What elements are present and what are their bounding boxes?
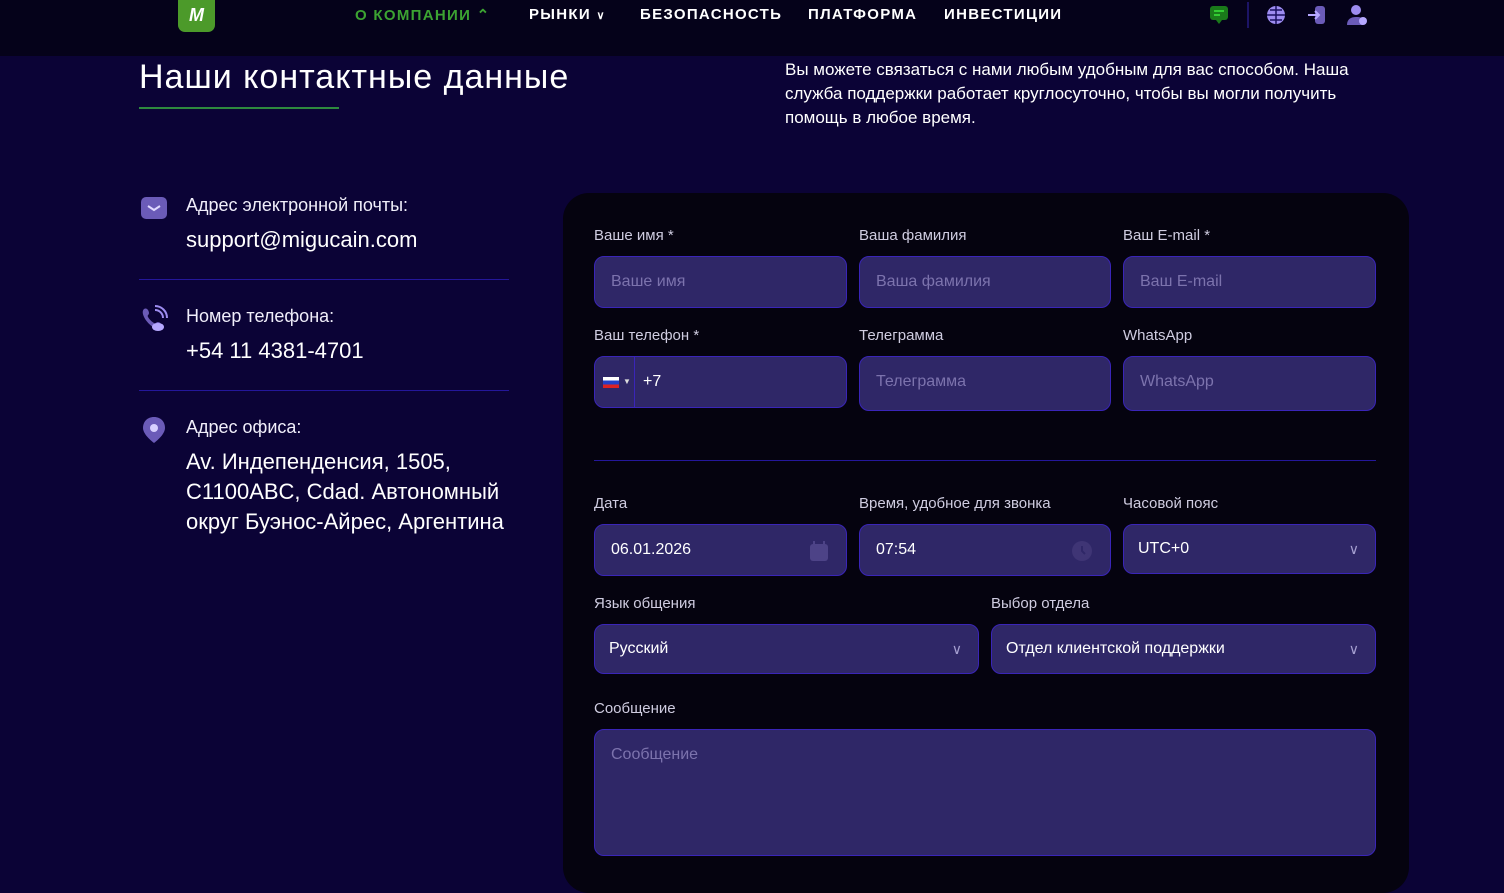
email-input[interactable]: Ваш E-mail [1123, 256, 1376, 308]
chevron-up-icon: ⌃ [476, 7, 491, 24]
chevron-down-icon: ∨ [1348, 541, 1359, 557]
last-name-placeholder: Ваша фамилия [876, 273, 991, 290]
email-field-label: Ваш E-mail * [1123, 227, 1211, 244]
message-textarea[interactable]: Сообщение [594, 729, 1376, 856]
chevron-down-icon: ∨ [596, 10, 606, 22]
top-header: M О КОМПАНИИ ⌃ РЫНКИ ∨ БЕЗОПАСНОСТЬ ПЛАТ… [0, 0, 1504, 56]
first-name-placeholder: Ваше имя [611, 273, 686, 290]
nav-markets-label: РЫНКИ [529, 6, 591, 23]
intro-text: Вы можете связаться с нами любым удобным… [785, 60, 1349, 127]
title-underline [139, 107, 339, 109]
timezone-select[interactable]: UTC+0 ∨ [1123, 524, 1376, 574]
department-value: Отдел клиентской поддержки [1006, 640, 1225, 657]
chat-icon[interactable] [1208, 4, 1230, 26]
last-name-label: Ваша фамилия [859, 227, 967, 244]
time-label: Время, удобное для звонка [859, 495, 1051, 512]
login-icon[interactable] [1305, 4, 1327, 26]
language-select[interactable]: Русский ∨ [594, 624, 979, 674]
globe-icon[interactable] [1265, 4, 1287, 26]
phone-field-label: Ваш телефон * [594, 327, 700, 344]
mail-icon [141, 197, 167, 219]
email-placeholder: Ваш E-mail [1140, 273, 1223, 290]
user-icon[interactable] [1346, 4, 1368, 26]
nav-about[interactable]: О КОМПАНИИ ⌃ [355, 6, 491, 24]
phone-icon [142, 305, 168, 331]
russia-flag-icon [603, 377, 619, 388]
page-title: Наши контактные данные [139, 58, 570, 96]
header-divider [1247, 2, 1249, 28]
nav-about-label: О КОМПАНИИ [355, 7, 472, 24]
contact-form: Ваше имя * Ваше имя Ваша фамилия Ваша фа… [563, 193, 1409, 893]
chevron-down-icon: ∨ [1348, 641, 1359, 657]
department-select[interactable]: Отдел клиентской поддержки ∨ [991, 624, 1376, 674]
phone-label: Номер телефона: [186, 306, 335, 326]
telegram-input[interactable]: Телеграмма [859, 356, 1111, 411]
logo[interactable]: M [178, 0, 215, 32]
first-name-input[interactable]: Ваше имя [594, 256, 847, 308]
last-name-input[interactable]: Ваша фамилия [859, 256, 1111, 308]
calendar-icon[interactable] [810, 541, 828, 561]
clock-icon[interactable] [1072, 541, 1092, 561]
nav-markets[interactable]: РЫНКИ ∨ [529, 6, 606, 23]
email-label: Адрес электронной почты: [186, 195, 409, 215]
address-value: Av. Индепенденсия, 1505, C1100ABC, Cdad.… [186, 449, 504, 534]
language-value: Русский [609, 640, 669, 657]
nav-investments[interactable]: ИНВЕСТИЦИИ [944, 6, 1062, 23]
message-placeholder: Сообщение [611, 746, 699, 763]
nav-security[interactable]: БЕЗОПАСНОСТЬ [640, 6, 782, 23]
address-label: Адрес офиса: [186, 417, 302, 437]
caret-down-icon: ▼ [623, 377, 631, 386]
date-input[interactable]: 06.01.2026 [594, 524, 847, 576]
nav-platform[interactable]: ПЛАТФОРМА [808, 6, 917, 23]
whatsapp-input[interactable]: WhatsApp [1123, 356, 1376, 411]
timezone-label: Часовой пояс [1123, 495, 1219, 512]
email-value[interactable]: support@migucain.com [186, 225, 417, 255]
time-input[interactable]: 07:54 [859, 524, 1111, 576]
department-label: Выбор отдела [991, 595, 1090, 612]
first-name-label: Ваше имя * [594, 227, 674, 244]
divider [139, 279, 509, 280]
phone-value[interactable]: +54 11 4381-4701 [186, 336, 364, 366]
chevron-down-icon: ∨ [951, 641, 962, 657]
phone-input[interactable]: ▼ +7 [594, 356, 847, 408]
timezone-value: UTC+0 [1138, 540, 1190, 557]
country-select[interactable]: ▼ [595, 357, 635, 407]
telegram-placeholder: Телеграмма [876, 373, 967, 390]
whatsapp-placeholder: WhatsApp [1140, 373, 1214, 390]
phone-input-value: +7 [643, 373, 662, 390]
form-divider [594, 460, 1376, 461]
language-label: Язык общения [594, 595, 696, 612]
date-value: 06.01.2026 [611, 541, 692, 558]
telegram-label: Телеграмма [859, 327, 944, 344]
whatsapp-label: WhatsApp [1123, 327, 1193, 344]
divider [139, 390, 509, 391]
message-label: Сообщение [594, 700, 676, 717]
location-pin-icon [143, 417, 165, 443]
date-label: Дата [594, 495, 628, 512]
time-value: 07:54 [876, 541, 917, 558]
